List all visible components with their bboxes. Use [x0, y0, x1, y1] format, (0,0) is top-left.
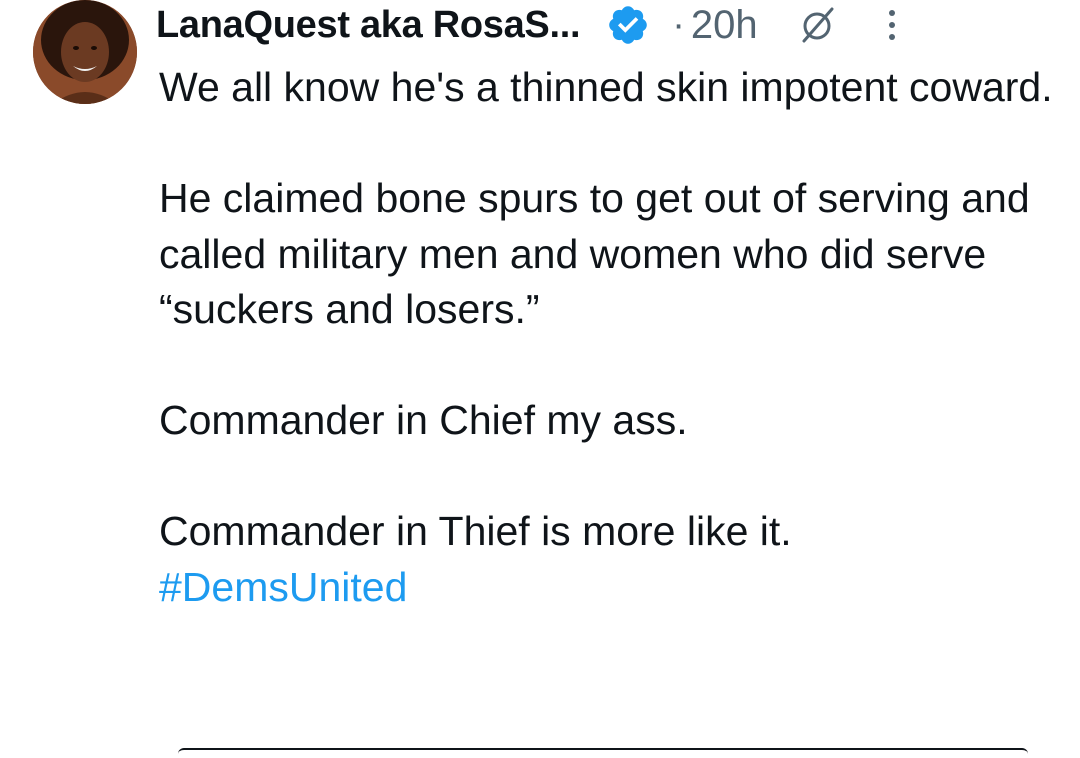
author-display-name[interactable]: LanaQuest aka RosaS... [156, 4, 581, 47]
avatar[interactable] [33, 0, 137, 104]
verified-badge-icon [606, 3, 650, 47]
tweet-header: LanaQuest aka RosaS... · 20h [156, 2, 1056, 48]
tweet-text: We all know he's a thinned skin impotent… [159, 60, 1059, 615]
tweet-paragraph: He claimed bone spurs to get out of serv… [159, 175, 1030, 332]
tweet-paragraph: Commander in Thief is more like it. [159, 508, 792, 554]
timestamp[interactable]: 20h [691, 3, 758, 48]
separator-dot: · [672, 3, 685, 46]
tweet-paragraph: We all know he's a thinned skin impotent… [159, 64, 1053, 110]
more-vertical-icon[interactable] [884, 5, 900, 45]
tweet-paragraph: Commander in Chief my ass. [159, 397, 688, 443]
hashtag-link[interactable]: #DemsUnited [159, 560, 1059, 616]
embedded-card-edge[interactable] [178, 748, 1028, 758]
tweet[interactable]: LanaQuest aka RosaS... · 20h We all know… [0, 0, 1080, 752]
avatar-photo-icon [33, 0, 137, 104]
grok-icon[interactable] [798, 5, 838, 45]
